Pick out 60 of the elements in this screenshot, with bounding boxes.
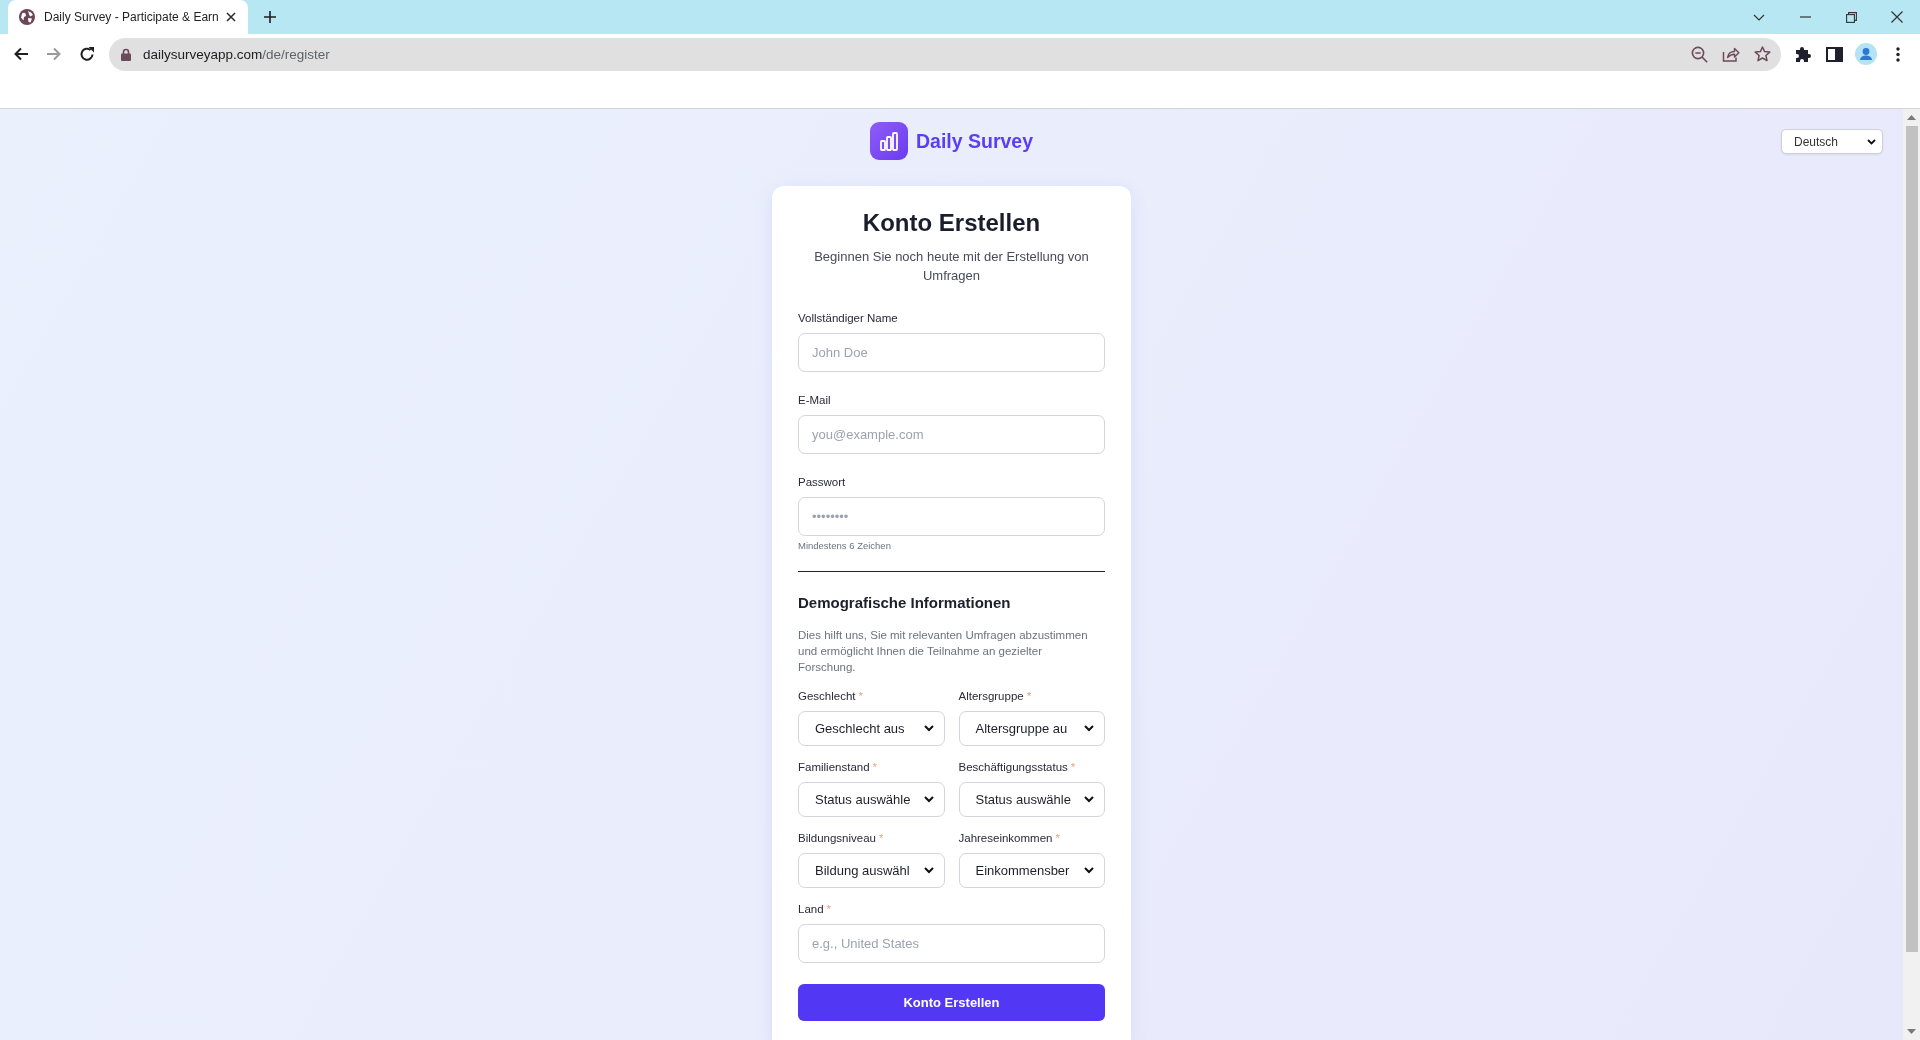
dropdown[interactable]: Geschlecht aus [798,711,945,746]
menu-icon[interactable] [1896,46,1900,62]
field-label: Altersgruppe * [958,689,1033,704]
chevron-down-icon [1867,138,1876,145]
url-text: dailysurveyapp.com/de/register [143,46,330,62]
zoom-out-icon[interactable] [1691,45,1708,63]
dropdown[interactable]: Status auswähle [958,782,1105,817]
scroll-up-icon[interactable] [1907,115,1916,120]
dropdown[interactable]: Bildung auswähl [798,853,945,888]
card-title: Konto Erstellen [861,208,1042,238]
chevron-down-icon[interactable] [1753,13,1765,21]
language-select[interactable]: Deutsch [1781,129,1883,154]
brand-name: Daily Survey [915,129,1034,153]
minimize-icon[interactable] [1799,16,1811,18]
section-description: Dies hilft uns, Sie mit relevanten Umfragen abzustimmen und ermöglicht Ihnen die Teilnahme an gezielter Forschung. [798,628,1089,675]
close-icon[interactable] [1891,11,1903,23]
star-icon[interactable] [1754,46,1771,62]
share-icon[interactable] [1722,46,1740,62]
chevron-down-icon [923,725,934,732]
field-label: Familienstand * [798,760,879,775]
field-label: Beschäftigungsstatus * [958,760,1077,775]
input-field[interactable]: John Doe [798,333,1105,372]
scrollbar[interactable] [1903,109,1920,1040]
bar-chart-logo-icon [869,122,908,160]
browser-tab[interactable]: Daily Survey - Participate & Earn [8,0,248,34]
chevron-down-icon [1084,867,1094,874]
globe-icon [19,9,35,25]
lock-icon [121,47,131,61]
reload-icon[interactable] [79,46,95,62]
close-icon[interactable] [226,12,236,22]
field-hint: Mindestens 6 Zeichen [798,540,892,551]
chevron-down-icon [1084,725,1094,732]
field-label: Jahreseinkommen * [958,831,1061,846]
restore-icon[interactable] [1845,11,1857,23]
back-icon[interactable] [13,46,29,62]
address-bar[interactable]: dailysurveyapp.com/de/register [109,37,1781,71]
field-label: Geschlecht * [798,689,864,704]
field-label: Vollständiger Name [798,311,899,326]
field-label: Bildungsniveau * [798,831,885,846]
input-field[interactable]: e.g., United States [798,924,1105,963]
dropdown[interactable]: Status auswähle [798,782,945,817]
field-label: Land * [798,902,833,917]
chevron-down-icon [923,867,934,874]
section-title: Demografische Informationen [798,593,1012,613]
field-label: Passwort [798,475,847,490]
plus-icon[interactable] [264,11,276,23]
input-field[interactable]: you@example.com [798,415,1105,454]
chevron-down-icon [1084,796,1094,803]
profile-avatar-icon[interactable] [1855,43,1877,65]
chevron-down-icon [923,796,934,803]
dropdown[interactable]: Altersgruppe au [958,711,1105,746]
side-panel-icon[interactable] [1826,46,1843,62]
scroll-down-icon[interactable] [1907,1029,1916,1034]
input-field[interactable]: •••••••• [798,497,1105,536]
scrollbar-thumb[interactable] [1905,126,1918,952]
puzzle-icon[interactable] [1795,45,1812,63]
dropdown[interactable]: Einkommensber [958,853,1105,888]
card-subtitle: Beginnen Sie noch heute mit der Erstellung von Umfragen [813,248,1090,285]
field-label: E-Mail [798,393,832,408]
create-account-button[interactable]: Konto Erstellen [798,984,1105,1021]
